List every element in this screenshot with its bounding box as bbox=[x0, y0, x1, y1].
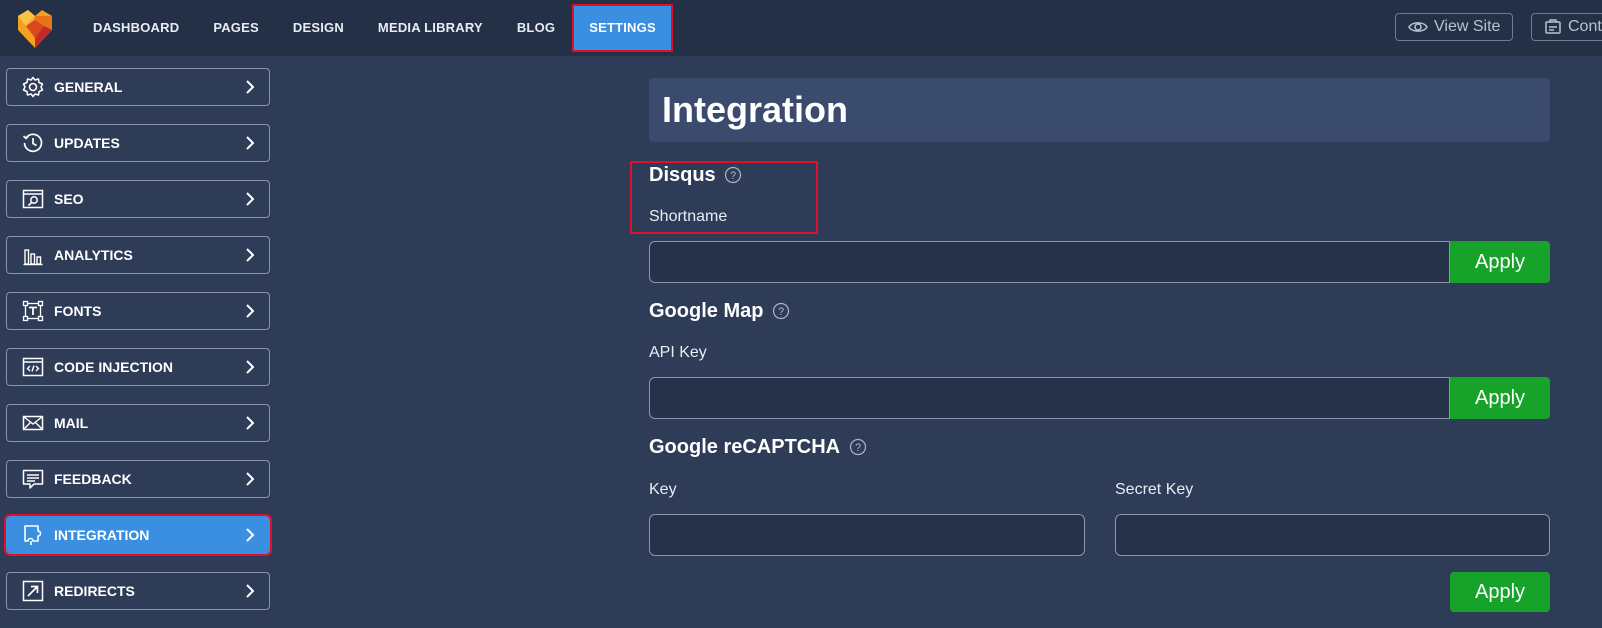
mail-icon bbox=[22, 412, 44, 434]
sidebar-item-analytics[interactable]: ANALYTICS bbox=[6, 236, 270, 274]
secret-key-label: Secret Key bbox=[1115, 481, 1194, 498]
disqus-input-row: Apply bbox=[649, 241, 1550, 283]
chevron-right-icon bbox=[246, 304, 255, 318]
sidebar-item-integration[interactable]: INTEGRATION bbox=[4, 514, 272, 556]
top-bar: DASHBOARD PAGES DESIGN MEDIA LIBRARY BLO… bbox=[0, 0, 1602, 56]
sidebar-item-label: INTEGRATION bbox=[54, 527, 150, 543]
seo-icon bbox=[22, 188, 44, 210]
recaptcha-title: Google reCAPTCHA bbox=[649, 436, 841, 458]
highlight-box bbox=[630, 161, 818, 234]
chevron-right-icon bbox=[246, 192, 255, 206]
sidebar-item-label: MAIL bbox=[54, 415, 89, 431]
redirect-icon bbox=[22, 580, 44, 602]
google-map-title: Google Map bbox=[649, 300, 764, 322]
page-title: Integration bbox=[662, 89, 848, 130]
content-icon bbox=[1545, 19, 1561, 34]
google-map-apply-button[interactable]: Apply bbox=[1450, 377, 1550, 419]
code-icon bbox=[22, 356, 44, 378]
logo-icon[interactable] bbox=[14, 8, 56, 50]
chevron-right-icon bbox=[246, 584, 255, 598]
recaptcha-key-input[interactable] bbox=[649, 514, 1085, 556]
sidebar-item-feedback[interactable]: FEEDBACK bbox=[6, 460, 270, 498]
sidebar-item-code-injection[interactable]: CODE INJECTION bbox=[6, 348, 270, 386]
recaptcha-secret-input[interactable] bbox=[1115, 514, 1550, 556]
eye-icon bbox=[1408, 22, 1428, 32]
feedback-icon bbox=[22, 468, 44, 490]
analytics-icon bbox=[22, 244, 44, 266]
view-site-label: View Site bbox=[1434, 18, 1501, 35]
nav-dashboard[interactable]: DASHBOARD bbox=[78, 6, 194, 50]
sidebar-item-label: SEO bbox=[54, 191, 84, 207]
nav-pages[interactable]: PAGES bbox=[198, 6, 274, 50]
content-button[interactable]: Cont bbox=[1531, 13, 1602, 41]
page-title-box: Integration bbox=[649, 78, 1550, 142]
sidebar-item-label: REDIRECTS bbox=[54, 583, 135, 599]
sidebar-item-label: GENERAL bbox=[54, 79, 123, 95]
view-site-button[interactable]: View Site bbox=[1395, 13, 1513, 41]
settings-sidebar: GENERAL UPDATES SEO ANALYTICS FONTS CODE bbox=[4, 68, 272, 628]
svg-text:?: ? bbox=[855, 442, 861, 454]
disqus-apply-button[interactable]: Apply bbox=[1450, 241, 1550, 283]
recaptcha-heading: Google reCAPTCHA ? bbox=[649, 436, 867, 459]
chevron-right-icon bbox=[246, 416, 255, 430]
shortname-input[interactable] bbox=[649, 241, 1450, 283]
sidebar-item-label: FEEDBACK bbox=[54, 471, 132, 487]
nav-media-library[interactable]: MEDIA LIBRARY bbox=[363, 6, 498, 50]
recaptcha-apply-button[interactable]: Apply bbox=[1450, 572, 1550, 612]
chevron-right-icon bbox=[246, 528, 255, 542]
help-icon[interactable]: ? bbox=[772, 302, 790, 320]
chevron-right-icon bbox=[246, 136, 255, 150]
content-label: Cont bbox=[1568, 18, 1602, 35]
chevron-right-icon bbox=[246, 80, 255, 94]
api-key-label: API Key bbox=[649, 344, 707, 361]
sidebar-item-seo[interactable]: SEO bbox=[6, 180, 270, 218]
google-map-heading: Google Map ? bbox=[649, 300, 790, 323]
sidebar-item-fonts[interactable]: FONTS bbox=[6, 292, 270, 330]
sidebar-item-updates[interactable]: UPDATES bbox=[6, 124, 270, 162]
sidebar-item-label: ANALYTICS bbox=[54, 247, 133, 263]
sidebar-item-mail[interactable]: MAIL bbox=[6, 404, 270, 442]
sidebar-item-label: FONTS bbox=[54, 303, 102, 319]
chevron-right-icon bbox=[246, 248, 255, 262]
fonts-icon bbox=[22, 300, 44, 322]
key-label: Key bbox=[649, 481, 677, 498]
help-icon[interactable]: ? bbox=[849, 438, 867, 456]
nav-blog[interactable]: BLOG bbox=[502, 6, 570, 50]
svg-text:?: ? bbox=[778, 306, 784, 318]
google-map-input-row: Apply bbox=[649, 377, 1550, 419]
api-key-input[interactable] bbox=[649, 377, 1450, 419]
history-icon bbox=[22, 132, 44, 154]
chevron-right-icon bbox=[246, 360, 255, 374]
nav-settings[interactable]: SETTINGS bbox=[572, 4, 673, 52]
top-nav: DASHBOARD PAGES DESIGN MEDIA LIBRARY BLO… bbox=[78, 4, 675, 52]
sidebar-item-general[interactable]: GENERAL bbox=[6, 68, 270, 106]
sidebar-item-redirects[interactable]: REDIRECTS bbox=[6, 572, 270, 610]
sidebar-item-label: CODE INJECTION bbox=[54, 359, 174, 375]
chevron-right-icon bbox=[246, 472, 255, 486]
gear-icon bbox=[22, 76, 44, 98]
main-content: Integration Disqus ? Shortname Apply Goo… bbox=[630, 78, 1550, 612]
integration-icon bbox=[22, 524, 44, 546]
sidebar-item-label: UPDATES bbox=[54, 135, 120, 151]
nav-design[interactable]: DESIGN bbox=[278, 6, 359, 50]
